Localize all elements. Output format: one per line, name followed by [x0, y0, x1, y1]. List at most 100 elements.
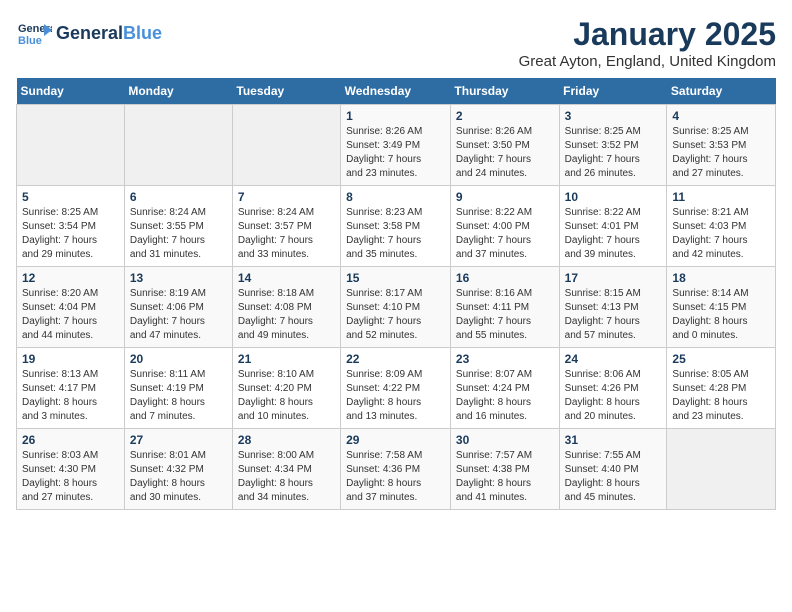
weekday-header-tuesday: Tuesday	[232, 78, 340, 105]
svg-text:Blue: Blue	[18, 35, 42, 47]
calendar-cell: 21 Sunrise: 8:10 AM Sunset: 4:20 PM Dayli…	[232, 348, 340, 429]
calendar-cell: 15 Sunrise: 8:17 AM Sunset: 4:10 PM Dayli…	[341, 267, 451, 348]
calendar-week-row: 5Sunrise: 8:25 AM Sunset: 3:54 PM Daylig…	[17, 186, 776, 267]
calendar-cell: 23 Sunrise: 8:07 AM Sunset: 4:24 PM Dayli…	[450, 348, 559, 429]
calendar-cell: 12 Sunrise: 8:20 AM Sunset: 4:04 PM Dayli…	[17, 267, 125, 348]
day-number: 13	[130, 271, 227, 285]
day-info: Sunrise: 8:20 AM Sunset: 4:04 PM Dayligh…	[22, 287, 119, 343]
day-info: Sunrise: 8:03 AM Sunset: 4:30 PM Dayligh…	[22, 449, 119, 505]
day-number: 27	[130, 433, 227, 447]
day-info: Sunrise: 8:13 AM Sunset: 4:17 PM Dayligh…	[22, 368, 119, 424]
day-info: Sunrise: 8:24 AM Sunset: 3:57 PM Dayligh…	[238, 206, 335, 262]
day-info: Sunrise: 8:16 AM Sunset: 4:11 PM Dayligh…	[456, 287, 554, 343]
day-info: Sunrise: 8:11 AM Sunset: 4:19 PM Dayligh…	[130, 368, 227, 424]
calendar-table: SundayMondayTuesdayWednesdayThursdayFrid…	[16, 78, 776, 510]
day-number: 11	[672, 190, 770, 204]
day-info: Sunrise: 8:14 AM Sunset: 4:15 PM Dayligh…	[672, 287, 770, 343]
day-number: 28	[238, 433, 335, 447]
weekday-header-saturday: Saturday	[667, 78, 776, 105]
calendar-cell: 27 Sunrise: 8:01 AM Sunset: 4:32 PM Dayli…	[124, 429, 232, 510]
day-number: 15	[346, 271, 445, 285]
calendar-cell: 16 Sunrise: 8:16 AM Sunset: 4:11 PM Dayli…	[450, 267, 559, 348]
calendar-cell: 10 Sunrise: 8:22 AM Sunset: 4:01 PM Dayli…	[559, 186, 667, 267]
calendar-cell: 19 Sunrise: 8:13 AM Sunset: 4:17 PM Dayli…	[17, 348, 125, 429]
day-number: 30	[456, 433, 554, 447]
day-info: Sunrise: 8:19 AM Sunset: 4:06 PM Dayligh…	[130, 287, 227, 343]
day-number: 5	[22, 190, 119, 204]
calendar-cell	[124, 105, 232, 186]
day-number: 21	[238, 352, 335, 366]
calendar-cell: 28Sunrise: 8:00 AM Sunset: 4:34 PM Dayli…	[232, 429, 340, 510]
day-info: Sunrise: 8:07 AM Sunset: 4:24 PM Dayligh…	[456, 368, 554, 424]
day-info: Sunrise: 8:23 AM Sunset: 3:58 PM Dayligh…	[346, 206, 445, 262]
day-info: Sunrise: 7:58 AM Sunset: 4:36 PM Dayligh…	[346, 449, 445, 505]
day-number: 23	[456, 352, 554, 366]
day-info: Sunrise: 8:06 AM Sunset: 4:26 PM Dayligh…	[565, 368, 662, 424]
calendar-cell: 18 Sunrise: 8:14 AM Sunset: 4:15 PM Dayli…	[667, 267, 776, 348]
day-info: Sunrise: 7:55 AM Sunset: 4:40 PM Dayligh…	[565, 449, 662, 505]
day-number: 29	[346, 433, 445, 447]
day-number: 18	[672, 271, 770, 285]
day-info: Sunrise: 8:01 AM Sunset: 4:32 PM Dayligh…	[130, 449, 227, 505]
calendar-week-row: 12 Sunrise: 8:20 AM Sunset: 4:04 PM Dayli…	[17, 267, 776, 348]
day-info: Sunrise: 8:05 AM Sunset: 4:28 PM Dayligh…	[672, 368, 770, 424]
calendar-cell: 1Sunrise: 8:26 AM Sunset: 3:49 PM Daylig…	[341, 105, 451, 186]
day-info: Sunrise: 8:26 AM Sunset: 3:49 PM Dayligh…	[346, 125, 445, 181]
day-info: Sunrise: 8:22 AM Sunset: 4:01 PM Dayligh…	[565, 206, 662, 262]
calendar-cell	[667, 429, 776, 510]
day-info: Sunrise: 8:10 AM Sunset: 4:20 PM Dayligh…	[238, 368, 335, 424]
title-block: January 2025 Great Ayton, England, Unite…	[519, 16, 776, 70]
calendar-cell: 8Sunrise: 8:23 AM Sunset: 3:58 PM Daylig…	[341, 186, 451, 267]
day-info: Sunrise: 8:26 AM Sunset: 3:50 PM Dayligh…	[456, 125, 554, 181]
page-header: General Blue GeneralBlue January 2025 Gr…	[16, 16, 776, 70]
calendar-cell: 7 Sunrise: 8:24 AM Sunset: 3:57 PM Daylig…	[232, 186, 340, 267]
day-number: 17	[565, 271, 662, 285]
logo: General Blue GeneralBlue	[16, 16, 162, 52]
day-info: Sunrise: 8:17 AM Sunset: 4:10 PM Dayligh…	[346, 287, 445, 343]
day-info: Sunrise: 8:15 AM Sunset: 4:13 PM Dayligh…	[565, 287, 662, 343]
day-number: 7	[238, 190, 335, 204]
calendar-cell: 2 Sunrise: 8:26 AM Sunset: 3:50 PM Daylig…	[450, 105, 559, 186]
weekday-header-thursday: Thursday	[450, 78, 559, 105]
calendar-cell: 9Sunrise: 8:22 AM Sunset: 4:00 PM Daylig…	[450, 186, 559, 267]
day-info: Sunrise: 8:21 AM Sunset: 4:03 PM Dayligh…	[672, 206, 770, 262]
day-number: 19	[22, 352, 119, 366]
calendar-cell: 4 Sunrise: 8:25 AM Sunset: 3:53 PM Daylig…	[667, 105, 776, 186]
calendar-week-row: 19 Sunrise: 8:13 AM Sunset: 4:17 PM Dayli…	[17, 348, 776, 429]
day-info: Sunrise: 8:18 AM Sunset: 4:08 PM Dayligh…	[238, 287, 335, 343]
day-number: 9	[456, 190, 554, 204]
calendar-cell: 17 Sunrise: 8:15 AM Sunset: 4:13 PM Dayli…	[559, 267, 667, 348]
month-title: January 2025	[519, 16, 776, 53]
day-number: 4	[672, 109, 770, 123]
day-info: Sunrise: 8:25 AM Sunset: 3:53 PM Dayligh…	[672, 125, 770, 181]
day-number: 20	[130, 352, 227, 366]
weekday-header-wednesday: Wednesday	[341, 78, 451, 105]
calendar-cell	[232, 105, 340, 186]
day-info: Sunrise: 8:25 AM Sunset: 3:52 PM Dayligh…	[565, 125, 662, 181]
day-info: Sunrise: 8:24 AM Sunset: 3:55 PM Dayligh…	[130, 206, 227, 262]
calendar-cell: 5Sunrise: 8:25 AM Sunset: 3:54 PM Daylig…	[17, 186, 125, 267]
day-number: 25	[672, 352, 770, 366]
calendar-cell: 13 Sunrise: 8:19 AM Sunset: 4:06 PM Dayli…	[124, 267, 232, 348]
calendar-cell: 3 Sunrise: 8:25 AM Sunset: 3:52 PM Daylig…	[559, 105, 667, 186]
day-number: 3	[565, 109, 662, 123]
calendar-cell: 31 Sunrise: 7:55 AM Sunset: 4:40 PM Dayli…	[559, 429, 667, 510]
weekday-header-monday: Monday	[124, 78, 232, 105]
day-number: 16	[456, 271, 554, 285]
day-number: 31	[565, 433, 662, 447]
day-number: 2	[456, 109, 554, 123]
calendar-cell: 24 Sunrise: 8:06 AM Sunset: 4:26 PM Dayli…	[559, 348, 667, 429]
day-number: 6	[130, 190, 227, 204]
calendar-cell: 26Sunrise: 8:03 AM Sunset: 4:30 PM Dayli…	[17, 429, 125, 510]
day-number: 10	[565, 190, 662, 204]
calendar-cell	[17, 105, 125, 186]
day-info: Sunrise: 7:57 AM Sunset: 4:38 PM Dayligh…	[456, 449, 554, 505]
day-number: 24	[565, 352, 662, 366]
location-subtitle: Great Ayton, England, United Kingdom	[519, 53, 776, 70]
calendar-cell: 25 Sunrise: 8:05 AM Sunset: 4:28 PM Dayli…	[667, 348, 776, 429]
day-number: 12	[22, 271, 119, 285]
calendar-cell: 29 Sunrise: 7:58 AM Sunset: 4:36 PM Dayli…	[341, 429, 451, 510]
calendar-cell: 11 Sunrise: 8:21 AM Sunset: 4:03 PM Dayli…	[667, 186, 776, 267]
weekday-header-sunday: Sunday	[17, 78, 125, 105]
calendar-week-row: 26Sunrise: 8:03 AM Sunset: 4:30 PM Dayli…	[17, 429, 776, 510]
